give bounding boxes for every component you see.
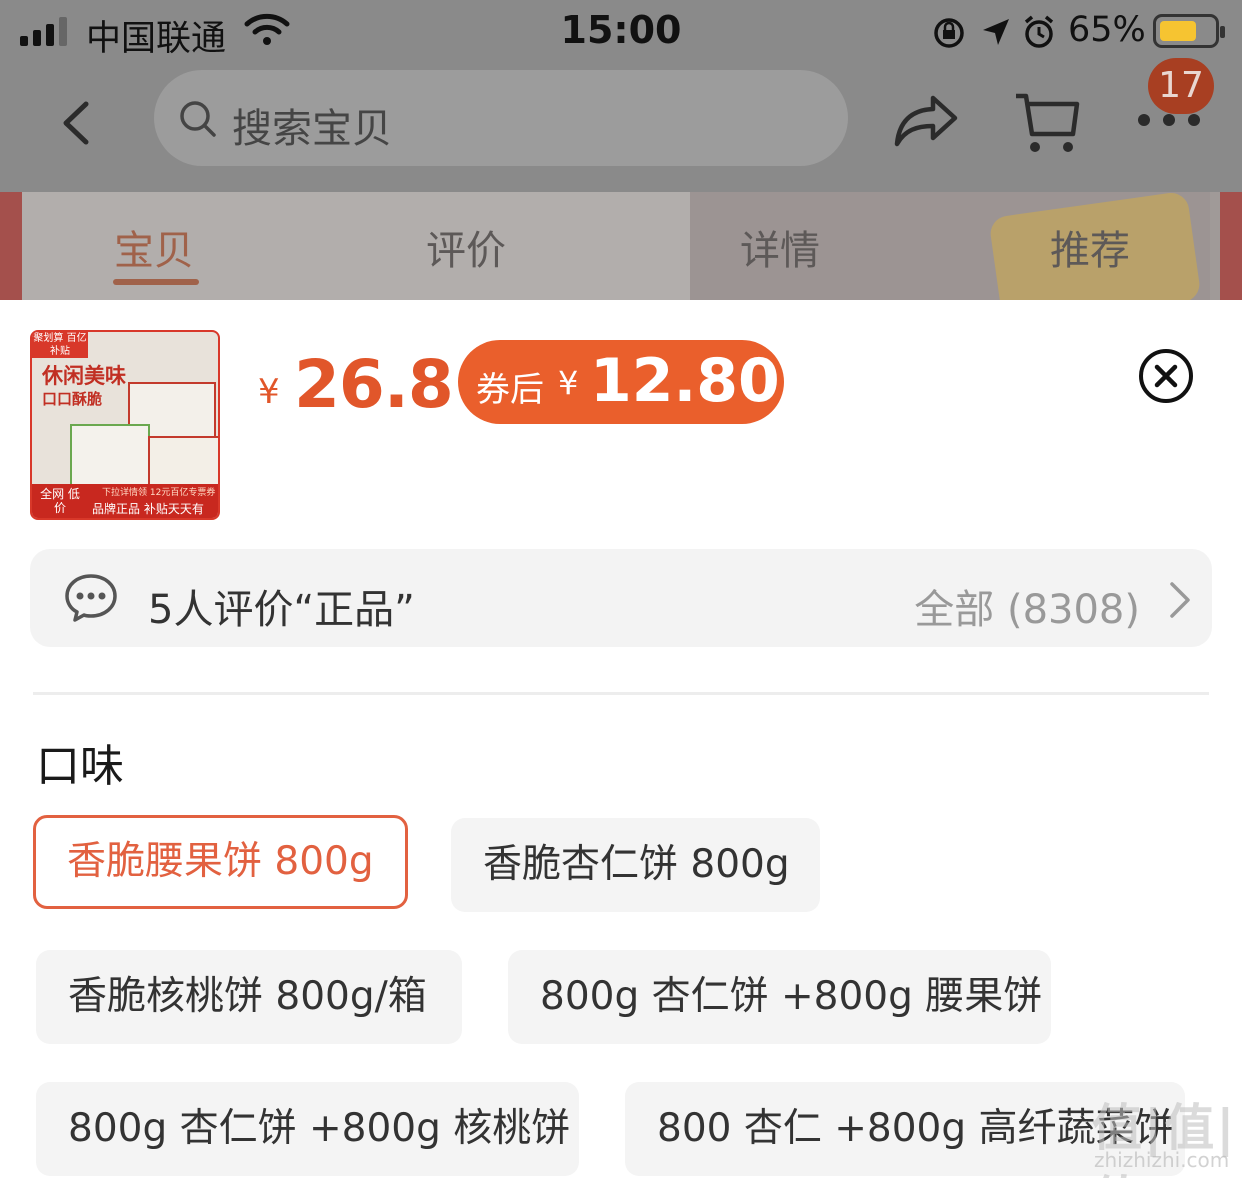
coupon-price: 12.80 bbox=[590, 346, 780, 416]
status-bar: 中国联通 15:00 65% bbox=[0, 0, 1242, 66]
review-all-count: 全部 (8308) bbox=[914, 587, 1140, 633]
active-tab-indicator bbox=[113, 279, 199, 285]
sku-selector-sheet: 聚划算 百亿补贴 休闲美味 口口酥脆 全网 低价 下拉详情领 12元百亿专票券 … bbox=[0, 300, 1242, 1178]
review-summary-row[interactable]: 5人评价“正品” 全部 (8308) bbox=[30, 549, 1212, 647]
coupon-currency: ¥ bbox=[558, 364, 579, 402]
option-almond-cashew-combo[interactable]: 800g 杏仁饼 +800g 腰果饼 bbox=[508, 950, 1051, 1044]
option-almond-800g[interactable]: 香脆杏仁饼 800g bbox=[451, 818, 820, 912]
cart-badge: 17 bbox=[1148, 58, 1214, 114]
orientation-lock-icon bbox=[934, 18, 964, 48]
battery-percent: 65% bbox=[1068, 10, 1146, 50]
review-highlight: 5人评价“正品” bbox=[148, 587, 415, 633]
thumbnail-footer: 全网 低价 下拉详情领 12元百亿专票券 品牌正品 补贴天天有 bbox=[32, 484, 218, 518]
tab-product[interactable]: 宝贝 bbox=[114, 218, 194, 276]
product-thumbnail[interactable]: 聚划算 百亿补贴 休闲美味 口口酥脆 全网 低价 下拉详情领 12元百亿专票券 … bbox=[30, 330, 220, 520]
price-currency: ¥ bbox=[258, 372, 280, 412]
watermark-url: zhizhizhi.com bbox=[1094, 1148, 1230, 1172]
thumbnail-tag: 聚划算 百亿补贴 bbox=[32, 332, 88, 358]
battery-icon bbox=[1153, 14, 1225, 48]
coupon-label: 券后 bbox=[476, 370, 544, 410]
share-icon[interactable] bbox=[893, 92, 959, 148]
alarm-icon bbox=[1024, 15, 1054, 48]
chevron-right-icon bbox=[1170, 582, 1190, 618]
product-sku-page: { "status_bar": {"carrier":"中国联通","time"… bbox=[0, 0, 1242, 1178]
tab-reviews[interactable]: 评价 bbox=[426, 218, 506, 276]
cart-icon[interactable] bbox=[1013, 90, 1081, 156]
thumbnail-title: 休闲美味 bbox=[42, 364, 126, 388]
more-menu-icon[interactable] bbox=[1138, 114, 1200, 126]
original-price: 26.8 bbox=[294, 346, 454, 423]
search-bar[interactable]: 搜索宝贝 bbox=[154, 70, 848, 166]
option-cashew-800g[interactable]: 香脆腰果饼 800g bbox=[33, 815, 408, 909]
coupon-price-badge: 券后 ¥ 12.80 bbox=[458, 340, 784, 424]
close-icon[interactable] bbox=[1138, 348, 1194, 404]
option-walnut-800g-box[interactable]: 香脆核桃饼 800g/箱 bbox=[36, 950, 462, 1044]
back-arrow-icon[interactable] bbox=[58, 100, 92, 146]
top-nav-bar: 搜索宝贝 17 bbox=[0, 58, 1242, 192]
search-icon bbox=[180, 101, 216, 137]
search-placeholder: 搜索宝贝 bbox=[232, 106, 392, 152]
option-almond-walnut-combo[interactable]: 800g 杏仁饼 +800g 核桃饼 bbox=[36, 1082, 579, 1176]
tab-details[interactable]: 详情 bbox=[740, 218, 820, 276]
location-icon bbox=[983, 19, 1009, 45]
divider bbox=[33, 692, 1209, 695]
thumbnail-subtitle: 口口酥脆 bbox=[42, 390, 103, 408]
tab-recommend[interactable]: 推荐 bbox=[1050, 218, 1130, 276]
flavor-section-title: 口味 bbox=[36, 741, 124, 792]
comment-icon bbox=[65, 574, 117, 622]
